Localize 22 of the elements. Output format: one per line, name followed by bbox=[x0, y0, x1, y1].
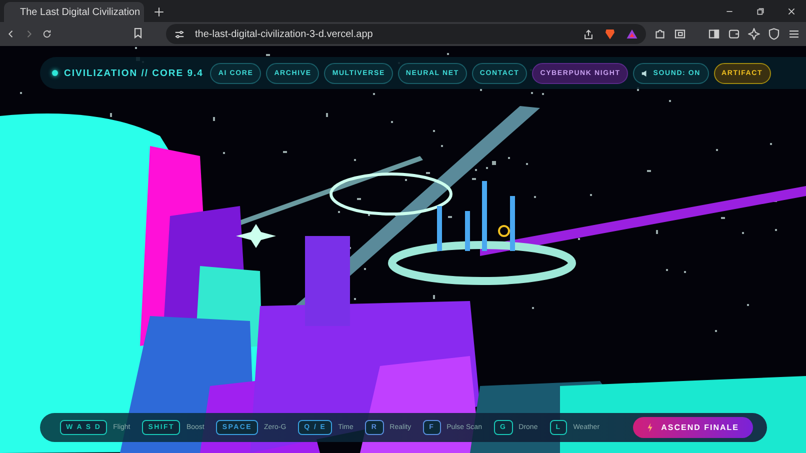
status-dot-icon bbox=[52, 70, 58, 76]
tab-title: The Last Digital Civilization bbox=[20, 6, 140, 18]
new-tab-icon[interactable] bbox=[154, 7, 164, 17]
brand-title: CIVILIZATION // CORE 9.4 bbox=[64, 68, 204, 78]
restore-icon[interactable] bbox=[756, 6, 765, 16]
address-bar[interactable]: the-last-digital-civilization-3-d.vercel.app bbox=[166, 24, 646, 44]
speaker-icon bbox=[641, 70, 648, 76]
close-window-icon[interactable] bbox=[787, 6, 796, 16]
puzzle-icon[interactable] bbox=[654, 28, 666, 40]
lightning-icon bbox=[647, 423, 654, 432]
ascend-finale-button[interactable]: ASCEND FINALE bbox=[633, 417, 753, 438]
menu-icon[interactable] bbox=[788, 28, 800, 40]
shield-icon[interactable] bbox=[768, 28, 780, 40]
browser-tab[interactable]: The Last Digital Civilization bbox=[4, 2, 144, 22]
sidebar-icon[interactable] bbox=[708, 28, 720, 40]
share-icon[interactable] bbox=[583, 28, 594, 40]
site-settings-icon[interactable] bbox=[174, 28, 185, 40]
reload-icon[interactable] bbox=[42, 28, 52, 40]
shield-icon[interactable] bbox=[604, 28, 616, 40]
bookmark-icon[interactable] bbox=[132, 26, 144, 38]
sparkle-icon[interactable] bbox=[748, 28, 760, 40]
triangle-icon[interactable] bbox=[626, 28, 638, 40]
